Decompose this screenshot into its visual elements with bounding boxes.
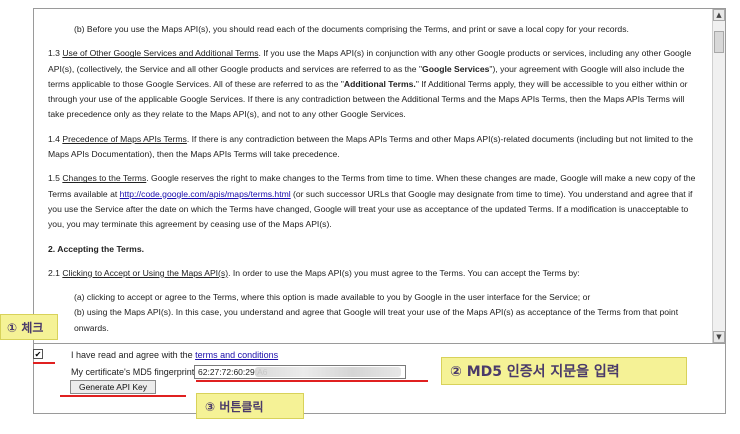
terms-item-a: (a) clicking to accept or agree to the T… [74, 292, 591, 303]
scroll-up-arrow-icon[interactable]: ▲ [713, 9, 725, 21]
annotation-underline-md5 [196, 380, 428, 382]
terms-paragraph-1-5: 1.5 Changes to the Terms. Google reserve… [48, 171, 698, 232]
scroll-down-arrow-icon[interactable]: ▼ [713, 331, 725, 343]
section-title: Precedence of Maps APIs Terms [62, 133, 187, 144]
bold-term: Google Services [422, 63, 490, 74]
terms-paragraph-1-3: 1.3 Use of Other Google Services and Add… [48, 46, 698, 122]
section-number: 1.3 [48, 48, 63, 59]
section-title: Clicking to Accept or Using the Maps API… [62, 267, 229, 278]
generate-api-key-button[interactable]: Generate API Key [70, 380, 156, 394]
terms-scroll-box[interactable]: (b) Before you use the Maps API(s), you … [33, 8, 726, 344]
paragraph-text: . In order to use the Maps API(s) you mu… [228, 267, 580, 278]
scroll-thumb[interactable] [714, 31, 724, 53]
terms-item-b: (b) using the Maps API(s). In this case,… [74, 307, 679, 333]
section-number: 1.5 [48, 173, 63, 184]
agree-checkbox[interactable]: ✔ [33, 349, 43, 359]
md5-fingerprint-label: My certificate's MD5 fingerprint: [71, 367, 197, 377]
vertical-scrollbar[interactable]: ▲ ▼ [712, 9, 725, 343]
callout-step-2: ② MD5 인증서 지문을 입력 [441, 357, 687, 385]
section-number: 1.4 [48, 133, 63, 144]
agree-label: I have read and agree with the terms and… [71, 350, 278, 360]
terms-text: (b) Before you use the Maps API(s), you … [48, 22, 698, 343]
section-title: Changes to the Terms [62, 173, 147, 184]
agree-text: I have read and agree with the [71, 350, 196, 360]
annotation-underline-checkbox [33, 362, 55, 364]
terms-paragraph-1-4: 1.4 Precedence of Maps APIs Terms. If th… [48, 132, 698, 163]
terms-and-conditions-link[interactable]: terms and conditions [195, 350, 278, 360]
callout-step-3: ③ 버튼클릭 [196, 393, 304, 419]
terms-url-link[interactable]: http://code.google.com/apis/maps/terms.h… [120, 189, 291, 199]
section-title: Use of Other Google Services and Additio… [62, 48, 259, 59]
bold-term: Additional Terms. [343, 78, 416, 89]
annotation-underline-button [60, 395, 186, 397]
section-number: 2.1 [48, 267, 63, 278]
section-heading-accepting: 2. Accepting the Terms. [48, 243, 144, 254]
terms-paragraph-2-1: 2.1 Clicking to Accept or Using the Maps… [48, 266, 698, 281]
redacted-fingerprint [255, 367, 401, 377]
terms-paragraph-b: (b) Before you use the Maps API(s), you … [74, 24, 629, 34]
callout-step-1: ① 체크 [0, 314, 58, 340]
